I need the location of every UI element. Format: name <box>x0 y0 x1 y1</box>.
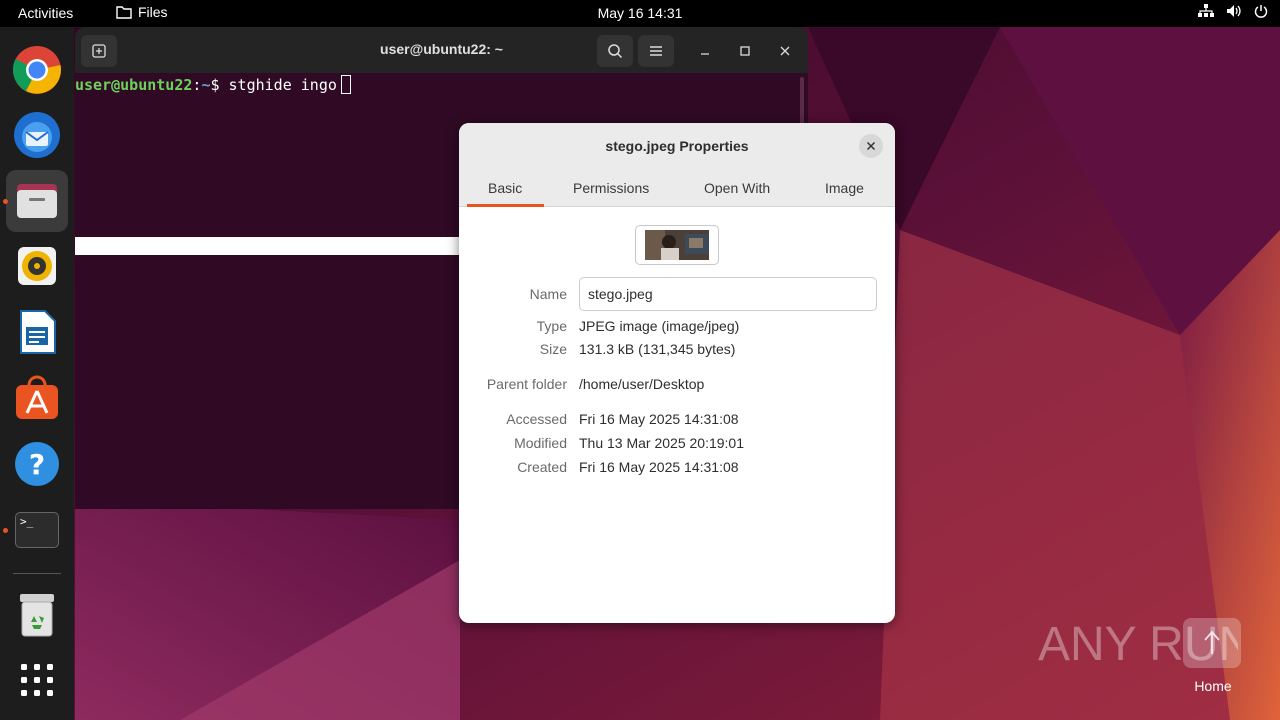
terminal-titlebar[interactable]: user@ubuntu22: ~ <box>75 27 808 73</box>
app-menu-button[interactable]: Files <box>116 4 168 20</box>
dock-item-help[interactable]: ? <box>6 433 68 495</box>
tab-image[interactable]: Image <box>825 180 864 196</box>
tab-permissions[interactable]: Permissions <box>573 180 649 196</box>
show-apps-icon <box>21 664 53 696</box>
file-thumbnail <box>635 225 719 265</box>
dock-item-app-center[interactable] <box>6 367 68 429</box>
modified-value: Thu 13 Mar 2025 20:19:01 <box>579 435 745 451</box>
running-indicator <box>3 528 8 533</box>
terminal-prompt-line[interactable]: user@ubuntu22:~$ stghide ingo <box>75 75 351 94</box>
volume-icon <box>1227 5 1241 17</box>
power-icon <box>1254 5 1268 18</box>
home-folder-icon <box>1204 630 1220 654</box>
dock: ? >_ <box>0 27 74 720</box>
search-button[interactable] <box>597 35 633 67</box>
accessed-value: Fri 16 May 2025 14:31:08 <box>579 411 739 427</box>
parent-folder-value[interactable]: /home/user/Desktop <box>579 376 704 392</box>
show-apps-button[interactable] <box>6 649 68 711</box>
dock-item-thunderbird[interactable] <box>6 104 68 166</box>
app-center-icon <box>16 375 58 419</box>
svg-text:?: ? <box>29 448 45 481</box>
type-value: JPEG image (image/jpeg) <box>579 318 740 334</box>
help-icon: ? <box>15 442 59 486</box>
tab-basic[interactable]: Basic <box>488 180 522 196</box>
created-value: Fri 16 May 2025 14:31:08 <box>579 459 739 475</box>
desktop-home-icon[interactable] <box>1183 618 1241 668</box>
system-tray[interactable] <box>1198 4 1268 18</box>
activities-button[interactable]: Activities <box>18 5 73 21</box>
desktop-home-label[interactable]: Home <box>1170 678 1256 694</box>
minimize-button[interactable] <box>695 41 715 61</box>
dock-item-chrome[interactable] <box>6 39 68 101</box>
dialog-tabs: Basic Permissions Open With Image <box>459 169 895 207</box>
files-icon <box>17 184 57 218</box>
dialog-title: stego.jpeg Properties <box>605 138 749 154</box>
accessed-label: Accessed <box>506 411 567 427</box>
properties-dialog[interactable]: stego.jpeg Properties Basic Permissions … <box>459 123 895 623</box>
terminal-artifact-bar <box>75 237 465 255</box>
name-label: Name <box>529 286 567 302</box>
rhythmbox-icon <box>18 247 56 285</box>
dock-separator <box>13 573 61 574</box>
dock-item-rhythmbox[interactable] <box>6 235 68 297</box>
terminal-glyph: >_ <box>20 515 34 528</box>
menu-button[interactable] <box>638 35 674 67</box>
thunderbird-icon <box>14 112 60 158</box>
terminal-cursor <box>340 75 351 94</box>
hamburger-icon <box>650 46 662 56</box>
maximize-icon <box>740 46 750 56</box>
running-indicator <box>3 199 8 204</box>
tab-open-with[interactable]: Open With <box>704 180 770 196</box>
prompt-user: user@ubuntu22 <box>75 76 193 94</box>
terminal-command: stghide ingo <box>228 76 337 94</box>
trash-icon <box>20 594 54 637</box>
clock[interactable]: May 16 14:31 <box>598 5 683 21</box>
search-icon <box>608 44 623 59</box>
name-field[interactable] <box>579 277 877 311</box>
top-bar: Activities Files May 16 14:31 <box>0 0 1280 27</box>
folder-icon <box>116 6 132 19</box>
prompt-symbol: $ <box>210 76 229 94</box>
created-label: Created <box>517 459 567 475</box>
dialog-close-button[interactable] <box>859 134 883 158</box>
minimize-icon <box>701 53 709 55</box>
thumbnail-image <box>645 230 709 260</box>
chrome-icon <box>12 46 61 94</box>
dock-item-writer[interactable] <box>6 301 68 363</box>
close-icon <box>780 46 790 56</box>
size-value: 131.3 kB (131,345 bytes) <box>579 341 736 357</box>
parent-folder-label: Parent folder <box>486 376 567 392</box>
dock-item-files[interactable] <box>6 170 68 232</box>
size-label: Size <box>539 341 567 357</box>
dialog-header[interactable]: stego.jpeg Properties <box>459 123 895 169</box>
type-label: Type <box>536 318 567 334</box>
dock-item-trash[interactable] <box>6 584 68 646</box>
active-tab-indicator <box>467 204 544 207</box>
app-name: Files <box>138 4 168 20</box>
close-button[interactable] <box>775 41 795 61</box>
dock-item-terminal[interactable]: >_ <box>6 499 68 561</box>
terminal-icon: >_ <box>15 512 59 548</box>
network-icon <box>1198 4 1214 17</box>
close-icon <box>866 141 876 151</box>
modified-label: Modified <box>514 435 567 451</box>
libreoffice-writer-icon <box>20 310 56 354</box>
maximize-button[interactable] <box>735 41 755 61</box>
